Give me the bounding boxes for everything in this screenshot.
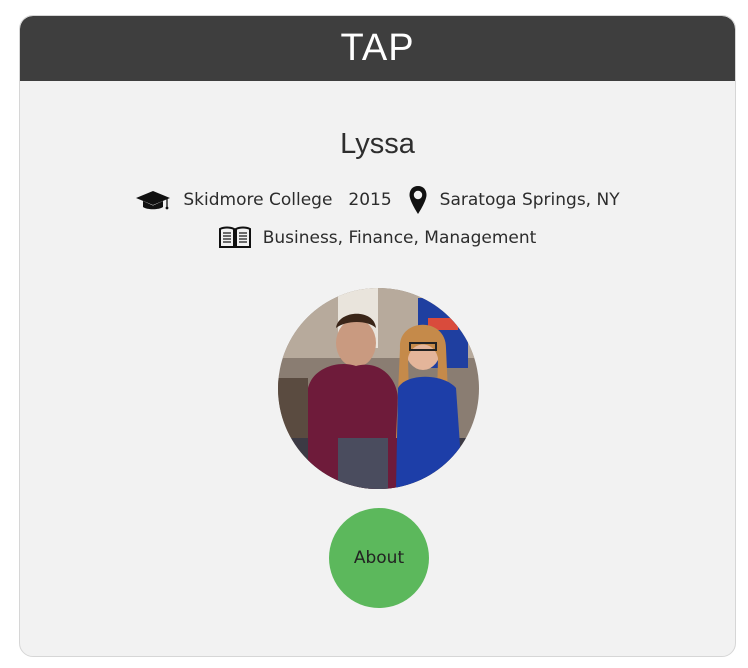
map-pin-icon: [408, 185, 428, 215]
graduation-year: 2015: [348, 190, 392, 210]
interests-row: Business, Finance, Management: [20, 224, 735, 252]
education-location-row: Skidmore College 2015 Saratoga Springs, …: [20, 184, 735, 216]
profile-photo: [278, 288, 479, 489]
profile-card: TAP Lyssa Skidmore College 2015 Saratoga…: [19, 15, 736, 657]
location-text: Saratoga Springs, NY: [439, 190, 620, 210]
graduation-cap-icon: [135, 188, 171, 212]
about-button[interactable]: About: [329, 508, 429, 608]
header-bar: TAP: [20, 16, 735, 81]
app-title: TAP: [340, 27, 415, 69]
open-book-icon: [218, 226, 251, 250]
interests-text: Business, Finance, Management: [262, 228, 537, 248]
profile-name: Lyssa: [340, 128, 415, 160]
school-name: Skidmore College: [183, 190, 333, 210]
